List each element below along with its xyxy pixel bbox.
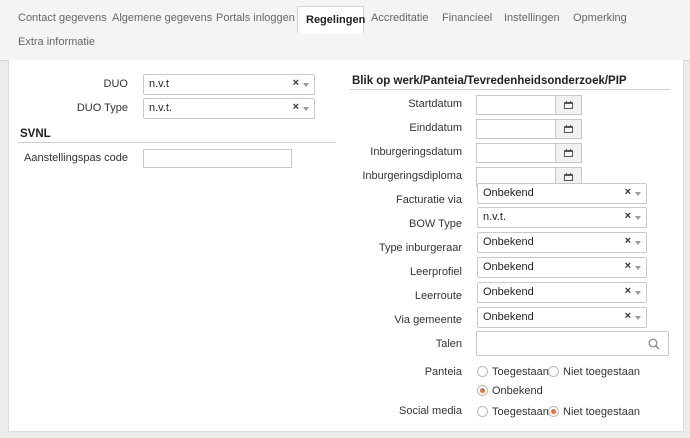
tab-regelingen[interactable]: Regelingen (297, 6, 365, 34)
bow-type-select[interactable]: n.v.t. × (477, 207, 647, 228)
social-media-toegestaan-label[interactable]: Toegestaan (492, 406, 549, 418)
calendar-button[interactable] (555, 120, 581, 138)
clear-icon[interactable]: × (625, 260, 631, 272)
svnl-title: SVNL (20, 128, 51, 140)
search-icon (648, 338, 660, 350)
clear-icon[interactable]: × (293, 101, 299, 113)
inburgeringsdatum-input[interactable] (476, 143, 582, 163)
inburgeringsdiploma-label: Inburgeringsdiploma (362, 170, 462, 182)
talen-label: Talen (435, 338, 462, 350)
clear-icon[interactable]: × (625, 210, 631, 222)
tab-instellingen[interactable]: Instellingen (504, 8, 560, 28)
startdatum-label: Startdatum (408, 98, 462, 110)
duo-label: DUO (103, 78, 128, 90)
chevron-down-icon[interactable] (635, 316, 641, 320)
chevron-down-icon[interactable] (635, 291, 641, 295)
chevron-down-icon[interactable] (635, 216, 641, 220)
clear-icon[interactable]: × (625, 310, 631, 322)
bow-type-label: BOW Type (409, 218, 462, 230)
facturatie-label: Facturatie via (395, 194, 462, 206)
leerprofiel-label: Leerprofiel (410, 266, 462, 278)
chevron-down-icon[interactable] (635, 192, 641, 196)
panteia-onbekend-radio[interactable] (477, 385, 488, 396)
calendar-icon (564, 173, 573, 181)
leerroute-select[interactable]: Onbekend × (477, 282, 647, 303)
chevron-down-icon[interactable] (303, 107, 309, 111)
einddatum-input[interactable] (476, 119, 582, 139)
tab-opmerking[interactable]: Opmerking (573, 8, 627, 28)
chevron-down-icon[interactable] (635, 241, 641, 245)
leerprofiel-value: Onbekend (483, 261, 534, 273)
facturatie-select[interactable]: Onbekend × (477, 183, 647, 204)
social-media-label: Social media (399, 405, 462, 417)
type-inburgeraar-label: Type inburgeraar (378, 242, 462, 254)
panteia-toegestaan-label[interactable]: Toegestaan (492, 366, 549, 378)
duo-select[interactable]: n.v.t × (143, 74, 315, 95)
duo-type-label: DUO Type (76, 102, 128, 114)
bow-type-value: n.v.t. (483, 211, 507, 223)
tab-contact-gegevens[interactable]: Contact gegevens (18, 8, 107, 28)
panteia-niet-toegestaan-radio[interactable] (548, 366, 559, 377)
talen-input[interactable] (476, 331, 669, 356)
calendar-icon (564, 149, 573, 157)
via-gemeente-value: Onbekend (483, 311, 534, 323)
tab-algemene-gegevens[interactable]: Algemene gegevens (112, 8, 212, 28)
type-inburgeraar-select[interactable]: Onbekend × (477, 232, 647, 253)
via-gemeente-select[interactable]: Onbekend × (477, 307, 647, 328)
tab-accreditatie[interactable]: Accreditatie (371, 8, 428, 28)
chevron-down-icon[interactable] (303, 83, 309, 87)
einddatum-label: Einddatum (409, 122, 462, 134)
calendar-icon (564, 101, 573, 109)
via-gemeente-label: Via gemeente (394, 314, 462, 326)
clear-icon[interactable]: × (625, 235, 631, 247)
leerroute-value: Onbekend (483, 286, 534, 298)
blik-op-werk-divider (350, 89, 670, 90)
duo-type-select[interactable]: n.v.t. × (143, 98, 315, 119)
inburgeringsdatum-label: Inburgeringsdatum (370, 146, 462, 158)
leerprofiel-select[interactable]: Onbekend × (477, 257, 647, 278)
clear-icon[interactable]: × (293, 77, 299, 89)
clear-icon[interactable]: × (625, 186, 631, 198)
chevron-down-icon[interactable] (635, 266, 641, 270)
startdatum-input[interactable] (476, 95, 582, 115)
facturatie-value: Onbekend (483, 187, 534, 199)
leerroute-label: Leerroute (414, 290, 462, 302)
panteia-toegestaan-radio[interactable] (477, 366, 488, 377)
panteia-niet-toegestaan-label[interactable]: Niet toegestaan (563, 366, 640, 378)
aanstellingspas-label: Aanstellingspas code (24, 152, 128, 164)
calendar-button[interactable] (555, 96, 581, 114)
duo-type-value: n.v.t. (149, 102, 173, 114)
blik-op-werk-title: Blik op werk/Panteia/Tevredenheidsonderz… (352, 75, 627, 87)
panteia-label: Panteia (424, 366, 462, 378)
social-media-toegestaan-radio[interactable] (477, 406, 488, 417)
tab-portals-inloggen[interactable]: Portals inloggen (216, 8, 295, 28)
tab-financieel[interactable]: Financieel (442, 8, 492, 28)
social-media-niet-toegestaan-radio[interactable] (548, 406, 559, 417)
tab-bar: Contact gegevens Algemene gegevens Porta… (0, 0, 690, 61)
type-inburgeraar-value: Onbekend (483, 236, 534, 248)
social-media-niet-toegestaan-label[interactable]: Niet toegestaan (563, 406, 640, 418)
aanstellingspas-input[interactable] (143, 149, 292, 168)
clear-icon[interactable]: × (625, 285, 631, 297)
duo-value: n.v.t (149, 78, 169, 90)
tab-extra-informatie[interactable]: Extra informatie (18, 32, 95, 52)
panteia-onbekend-label[interactable]: Onbekend (492, 385, 543, 397)
calendar-button[interactable] (555, 144, 581, 162)
calendar-icon (564, 125, 573, 133)
svnl-divider (18, 142, 336, 143)
